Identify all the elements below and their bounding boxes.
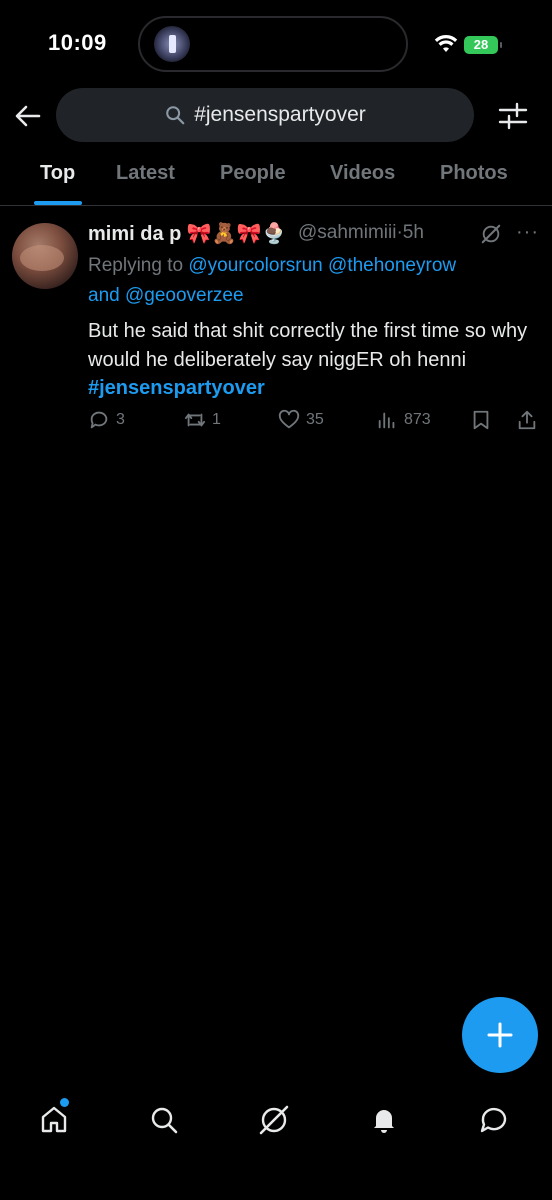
display-name[interactable]: mimi da p 🎀🧸🎀🍨	[88, 221, 287, 246]
tweet-meta: @sahmimiii·5h	[298, 222, 424, 244]
like-count: 35	[306, 411, 324, 428]
messages-icon	[480, 1107, 507, 1133]
repost-count: 1	[212, 411, 221, 428]
views-button[interactable]: 873	[376, 409, 431, 431]
arrow-left-icon	[15, 105, 41, 127]
tweet-actions: 3 1 35 873	[88, 409, 544, 437]
more-options-button[interactable]: ···	[516, 221, 539, 244]
plus-icon	[487, 1022, 513, 1048]
filter-button[interactable]	[496, 100, 530, 132]
sliders-icon	[498, 102, 528, 130]
battery-indicator: 28	[464, 36, 502, 54]
tab-photos[interactable]: Photos	[440, 162, 508, 185]
nav-home[interactable]	[36, 1102, 72, 1138]
active-tab-indicator	[34, 201, 82, 205]
like-button[interactable]: 35	[278, 409, 324, 431]
repost-button[interactable]: 1	[184, 409, 221, 431]
tweet-header: mimi da p 🎀🧸🎀🍨 @sahmimiii·5h ···	[88, 221, 548, 247]
search-icon	[166, 106, 185, 125]
share-button[interactable]	[516, 409, 544, 431]
status-time: 10:09	[48, 30, 107, 55]
reply-count: 3	[116, 411, 125, 428]
tab-videos[interactable]: Videos	[330, 162, 395, 185]
tab-top[interactable]: Top	[40, 162, 75, 185]
mention-link[interactable]: @geooverzee	[125, 285, 244, 306]
timestamp: 5h	[402, 222, 424, 243]
tweet-text: But he said that shit correctly the firs…	[88, 317, 544, 403]
tweet[interactable]: mimi da p 🎀🧸🎀🍨 @sahmimiii·5h ··· Replyin…	[0, 207, 552, 447]
tab-latest[interactable]: Latest	[116, 162, 175, 185]
home-icon	[41, 1106, 67, 1133]
nav-grok[interactable]	[256, 1102, 292, 1138]
nav-notifications[interactable]	[366, 1102, 402, 1138]
tweet-body: But he said that shit correctly the firs…	[88, 320, 528, 371]
replying-prefix: Replying to	[88, 255, 189, 276]
bell-icon	[374, 1110, 394, 1133]
flashlight-icon	[154, 26, 190, 62]
replying-to: Replying to @yourcolorsrun @thehoneyrow …	[88, 251, 538, 311]
speech-bubble-icon	[90, 411, 108, 429]
handle[interactable]: @sahmimiii	[298, 222, 396, 243]
search-header: #jensenspartyover	[0, 88, 552, 144]
search-tabs: Top Latest People Videos Photos	[0, 152, 552, 206]
status-bar: 10:09 28	[0, 0, 552, 88]
heart-icon	[278, 409, 300, 429]
bookmark-button[interactable]	[470, 409, 498, 431]
mention-link[interactable]: @thehoneyrow	[328, 255, 456, 276]
search-query: #jensenspartyover	[194, 103, 366, 126]
bottom-navigation	[0, 1090, 552, 1150]
grok-icon	[259, 1105, 289, 1135]
search-input[interactable]: #jensenspartyover	[56, 88, 474, 142]
tab-people[interactable]: People	[220, 162, 286, 185]
back-button[interactable]	[12, 100, 44, 132]
wifi-icon	[434, 34, 458, 52]
mention-link[interactable]: @yourcolorsrun	[188, 255, 322, 276]
view-count: 873	[404, 411, 431, 428]
bookmark-icon	[473, 410, 489, 430]
compose-button[interactable]	[462, 997, 538, 1073]
nav-search[interactable]	[146, 1102, 182, 1138]
reply-button[interactable]: 3	[88, 409, 125, 431]
share-icon	[518, 410, 536, 430]
repost-icon	[184, 413, 206, 427]
hashtag-link[interactable]: #jensenspartyover	[88, 377, 265, 399]
avatar[interactable]	[12, 223, 78, 289]
grok-icon[interactable]	[480, 223, 502, 245]
dynamic-island	[138, 16, 408, 72]
nav-messages[interactable]	[476, 1102, 512, 1138]
search-icon	[151, 1107, 178, 1134]
bar-chart-icon	[378, 412, 395, 429]
notification-dot	[60, 1098, 69, 1107]
and-text: and	[88, 285, 125, 306]
